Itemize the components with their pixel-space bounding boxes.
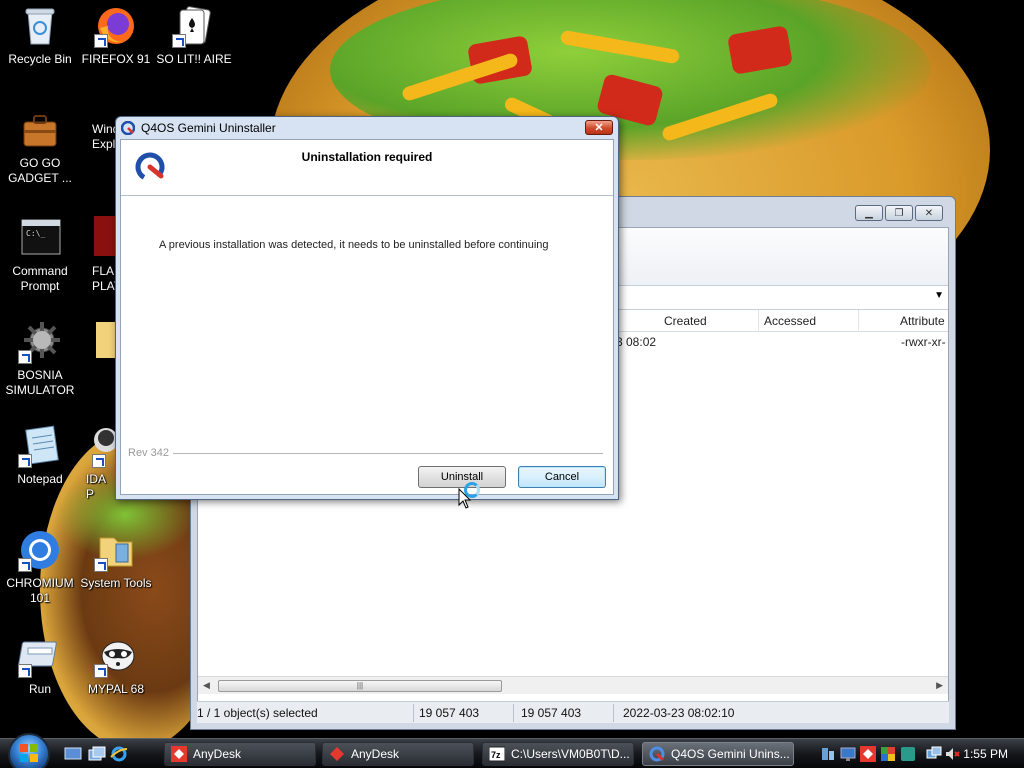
cell-created: 3 08:02 [616, 335, 657, 349]
windows-logo-icon [19, 743, 39, 766]
scroll-right-icon[interactable]: ▶ [936, 680, 943, 691]
recycle-bin-icon [18, 4, 62, 48]
firefox-icon [94, 4, 138, 48]
run-icon [18, 634, 62, 678]
switch-windows-icon[interactable] [88, 746, 106, 762]
column-attributes[interactable]: Attribute [900, 314, 945, 328]
dialog-message: A previous installation was detected, it… [159, 239, 549, 251]
cell-attributes: -rwxr-xr- [901, 335, 946, 349]
desktop-icon-windows-explorer[interactable]: WindExpl [76, 122, 116, 152]
dialog-titlebar[interactable]: Q4OS Gemini Uninstaller ✕ [116, 117, 618, 139]
status-selected: 1 / 1 object(s) selected [197, 706, 318, 720]
desktop-icon-mypal[interactable]: MYPAL 68 [76, 634, 156, 697]
internet-explorer-icon[interactable] [110, 746, 128, 762]
security-center-icon[interactable] [880, 746, 896, 762]
desktop-icon-easy-access[interactable]: EasAcc [76, 318, 116, 362]
clock[interactable]: 1:55 PM [963, 747, 1008, 761]
ida-icon [92, 424, 116, 468]
desktop-icon-notepad[interactable]: Notepad [0, 424, 80, 487]
taskbar-button-anydesk-1[interactable]: AnyDesk [164, 742, 316, 766]
system-tools-icon [94, 528, 138, 572]
status-size: 19 057 403 [419, 706, 480, 720]
desktop-icon-ida[interactable]: IDA P [76, 424, 116, 502]
start-button[interactable] [8, 733, 50, 768]
close-button[interactable]: ✕ [915, 205, 943, 221]
close-icon: ✕ [594, 122, 604, 134]
svg-text:7z: 7z [491, 750, 501, 760]
command-prompt-icon: C:\_ [18, 216, 62, 260]
desktop-icon-flash-player[interactable]: FLAPLAY [76, 216, 116, 294]
anydesk-icon [329, 746, 345, 762]
taskbar-button-anydesk-2[interactable]: AnyDesk [322, 742, 474, 766]
dialog-title: Q4OS Gemini Uninstaller [141, 121, 276, 135]
divider [173, 453, 603, 454]
column-created[interactable]: Created [664, 314, 707, 328]
scroll-left-icon[interactable]: ◀ [203, 680, 210, 691]
display-settings-icon[interactable] [840, 746, 856, 762]
desktop-icon-solitaire[interactable]: SO LIT!! AIRE [154, 4, 234, 67]
desktop-icon-gadget[interactable]: GO GO GADGET ... [0, 108, 80, 186]
network-icon[interactable] [926, 746, 942, 762]
horizontal-scrollbar[interactable]: ◀ ||| ▶ [198, 676, 948, 694]
uninstall-button[interactable]: Uninstall [418, 466, 506, 488]
desktop-icon-chromium[interactable]: CHROMIUM 101 [0, 528, 80, 606]
show-desktop-icon[interactable] [64, 746, 82, 762]
svg-text:C:\_: C:\_ [26, 229, 45, 238]
dialog-header: Uninstallation required [121, 140, 613, 196]
background-window-controls: ▁ ❐ ✕ [855, 205, 943, 221]
desktop-icon-bosnia-simulator[interactable]: BOSNIA SIMULATOR [0, 320, 80, 398]
desktop-icon-run[interactable]: Run [0, 634, 80, 697]
raccoon-icon [94, 634, 138, 678]
status-packed-size: 19 057 403 [521, 706, 582, 720]
volume-muted-icon[interactable] [944, 746, 960, 762]
taskbar: AnyDesk AnyDesk 7z C:\Users\VM0B0T\D... … [0, 733, 1024, 768]
close-button[interactable]: ✕ [585, 120, 613, 135]
app-tray-icon[interactable] [900, 746, 916, 762]
scrollbar-thumb[interactable]: ||| [218, 680, 502, 692]
mouse-pointer-icon [458, 487, 472, 510]
notepad-icon [18, 424, 62, 468]
cancel-button[interactable]: Cancel [518, 466, 606, 488]
gear-mine-icon [18, 320, 62, 364]
solitaire-icon [172, 4, 216, 48]
status-modified: 2022-03-23 08:02:10 [623, 706, 735, 720]
anydesk-icon [171, 746, 187, 762]
revision-label: Rev 342 [128, 447, 169, 459]
anydesk-tray-icon[interactable] [860, 746, 876, 762]
desktop-icon-system-tools[interactable]: System Tools [76, 528, 156, 591]
q4os-icon [649, 746, 665, 762]
minimize-button[interactable]: ▁ [855, 205, 883, 221]
maximize-button[interactable]: ❐ [885, 205, 913, 221]
system-tray: 1:55 PM [812, 739, 1024, 768]
7zip-icon: 7z [488, 746, 506, 762]
status-bar: 1 / 1 object(s) selected 19 057 403 19 0… [197, 701, 949, 723]
dialog-body: Uninstallation required A previous insta… [120, 139, 614, 495]
folder-icon [94, 318, 116, 362]
taskbar-button-7zip[interactable]: 7z C:\Users\VM0B0T\D... [482, 742, 634, 766]
desktop-icon-firefox[interactable]: FIREFOX 91 [76, 4, 156, 67]
desktop-icon-recycle-bin[interactable]: Recycle Bin [0, 4, 80, 67]
taskbar-button-q4os-uninstaller[interactable]: Q4OS Gemini Unins... [642, 742, 794, 766]
q4os-icon [120, 120, 136, 136]
network-devices-icon[interactable] [820, 746, 836, 762]
dropdown-arrow-icon[interactable]: ▼ [934, 290, 944, 301]
briefcase-icon [18, 108, 62, 152]
column-accessed[interactable]: Accessed [764, 314, 816, 328]
dialog-heading: Uninstallation required [301, 150, 433, 164]
desktop-icon-command-prompt[interactable]: C:\_ Command Prompt [0, 216, 80, 294]
uninstaller-dialog[interactable]: Q4OS Gemini Uninstaller ✕ Uninstallation… [115, 116, 619, 500]
flash-player-icon [94, 216, 116, 260]
chromium-icon [18, 528, 62, 572]
